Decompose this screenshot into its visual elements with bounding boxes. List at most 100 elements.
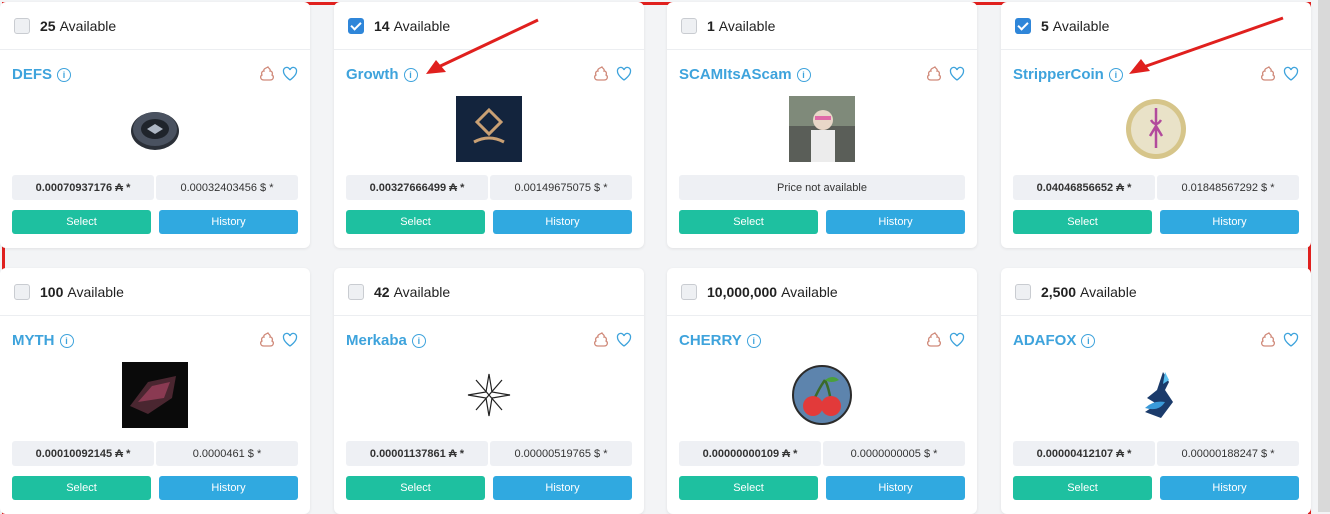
select-button[interactable]: Select bbox=[346, 210, 485, 234]
token-title[interactable]: MYTH i bbox=[12, 332, 74, 349]
select-checkbox[interactable] bbox=[348, 17, 364, 34]
select-checkbox[interactable] bbox=[348, 283, 364, 300]
history-button[interactable]: History bbox=[826, 476, 965, 500]
price-ada: 0.00070937176 ₳ * bbox=[12, 175, 154, 200]
info-icon[interactable]: i bbox=[411, 333, 426, 348]
price-not-available: Price not available bbox=[679, 175, 965, 200]
select-button[interactable]: Select bbox=[346, 476, 485, 500]
info-icon[interactable]: i bbox=[796, 67, 811, 82]
select-checkbox[interactable] bbox=[681, 283, 697, 300]
token-name[interactable]: ADAFOX bbox=[1013, 332, 1076, 349]
token-card: 10,000,000 Available CHERRY i 0.000000001… bbox=[667, 268, 977, 514]
select-button[interactable]: Select bbox=[1013, 476, 1152, 500]
availability-row: 100 Available bbox=[0, 268, 310, 316]
heart-icon[interactable] bbox=[616, 332, 632, 348]
price-usd: 0.0000461 $ * bbox=[156, 441, 298, 466]
token-name[interactable]: Merkaba bbox=[346, 332, 407, 349]
price-ada: 0.00000000109 ₳ * bbox=[679, 441, 821, 466]
poop-icon[interactable] bbox=[260, 332, 276, 348]
price-usd: 0.00000519765 $ * bbox=[490, 441, 632, 466]
token-card: 2,500 Available ADAFOX i 0.00000412107 ₳ … bbox=[1001, 268, 1311, 514]
price-ada: 0.00001137861 ₳ * bbox=[346, 441, 488, 466]
info-icon[interactable]: i bbox=[746, 333, 761, 348]
token-name[interactable]: SCAMItsAScam bbox=[679, 66, 792, 83]
available-count: 100 bbox=[40, 283, 64, 300]
select-button[interactable]: Select bbox=[12, 210, 151, 234]
history-button[interactable]: History bbox=[159, 476, 298, 500]
heart-icon[interactable] bbox=[949, 66, 965, 82]
token-name[interactable]: Growth bbox=[346, 66, 399, 83]
crystal-rock-icon bbox=[122, 362, 188, 428]
price-row: Price not available bbox=[679, 175, 965, 200]
select-button[interactable]: Select bbox=[679, 476, 818, 500]
available-label: Available bbox=[781, 283, 838, 300]
select-checkbox[interactable] bbox=[1015, 17, 1031, 34]
scrollbar[interactable] bbox=[1318, 0, 1330, 512]
heart-icon[interactable] bbox=[282, 332, 298, 348]
gold-coin-icon bbox=[1126, 99, 1186, 159]
select-checkbox[interactable] bbox=[1015, 283, 1031, 300]
available-label: Available bbox=[393, 283, 451, 300]
meme-photo-icon bbox=[789, 96, 855, 162]
select-checkbox[interactable] bbox=[14, 17, 30, 34]
price-ada: 0.00010092145 ₳ * bbox=[12, 441, 154, 466]
heart-icon[interactable] bbox=[282, 66, 298, 82]
history-button[interactable]: History bbox=[159, 210, 298, 234]
token-title[interactable]: StripperCoin i bbox=[1013, 66, 1123, 83]
token-name[interactable]: MYTH bbox=[12, 332, 55, 349]
available-count: 14 bbox=[374, 17, 390, 34]
info-icon[interactable]: i bbox=[59, 333, 74, 348]
availability-row: 2,500 Available bbox=[1001, 268, 1311, 316]
heart-icon[interactable] bbox=[1283, 332, 1299, 348]
heart-icon[interactable] bbox=[616, 66, 632, 82]
history-button[interactable]: History bbox=[826, 210, 965, 234]
availability-row: 25 Available bbox=[0, 2, 310, 50]
history-button[interactable]: History bbox=[493, 210, 632, 234]
token-title[interactable]: DEFS i bbox=[12, 66, 72, 83]
token-title[interactable]: CHERRY i bbox=[679, 332, 761, 349]
select-checkbox[interactable] bbox=[14, 283, 30, 300]
price-row: 0.00010092145 ₳ * 0.0000461 $ * bbox=[12, 441, 298, 466]
token-name[interactable]: CHERRY bbox=[679, 332, 742, 349]
price-ada: 0.04046856652 ₳ * bbox=[1013, 175, 1155, 200]
poop-icon[interactable] bbox=[1261, 332, 1277, 348]
poop-icon[interactable] bbox=[927, 332, 943, 348]
poop-icon[interactable] bbox=[927, 66, 943, 82]
select-button[interactable]: Select bbox=[679, 210, 818, 234]
dark-coin-icon bbox=[131, 112, 179, 150]
price-row: 0.04046856652 ₳ * 0.01848567292 $ * bbox=[1013, 175, 1299, 200]
available-count: 1 bbox=[707, 17, 715, 34]
info-icon[interactable]: i bbox=[403, 67, 418, 82]
select-checkbox[interactable] bbox=[681, 17, 697, 34]
token-card: 100 Available MYTH i 0.00010092145 ₳ * 0.0… bbox=[0, 268, 310, 514]
token-card: 42 Available Merkaba i 0.00001137861 ₳ * 0… bbox=[334, 268, 644, 514]
price-usd: 0.00149675075 $ * bbox=[490, 175, 632, 200]
heart-icon[interactable] bbox=[949, 332, 965, 348]
token-card: 25 Available DEFS i 0.00070937176 ₳ * 0.00… bbox=[0, 2, 310, 248]
info-icon[interactable]: i bbox=[1081, 333, 1096, 348]
poop-icon[interactable] bbox=[260, 66, 276, 82]
select-button[interactable]: Select bbox=[1013, 210, 1152, 234]
select-button[interactable]: Select bbox=[12, 476, 151, 500]
token-title[interactable]: SCAMItsAScam i bbox=[679, 66, 811, 83]
token-name[interactable]: DEFS bbox=[12, 66, 52, 83]
history-button[interactable]: History bbox=[1160, 476, 1299, 500]
growth-logo-icon bbox=[456, 96, 522, 162]
token-title[interactable]: ADAFOX i bbox=[1013, 332, 1096, 349]
info-icon[interactable]: i bbox=[57, 67, 72, 82]
price-row: 0.00001137861 ₳ * 0.00000519765 $ * bbox=[346, 441, 632, 466]
history-button[interactable]: History bbox=[1160, 210, 1299, 234]
token-title[interactable]: Growth i bbox=[346, 66, 418, 83]
price-usd: 0.00000188247 $ * bbox=[1157, 441, 1299, 466]
available-label: Available bbox=[1052, 17, 1110, 34]
info-icon[interactable]: i bbox=[1108, 67, 1123, 82]
token-name[interactable]: StripperCoin bbox=[1013, 66, 1104, 83]
history-button[interactable]: History bbox=[493, 476, 632, 500]
poop-icon[interactable] bbox=[594, 66, 610, 82]
available-count: 2,500 bbox=[1041, 283, 1077, 300]
token-title[interactable]: Merkaba i bbox=[346, 332, 426, 349]
available-label: Available bbox=[67, 283, 124, 300]
price-usd: 0.0000000005 $ * bbox=[823, 441, 965, 466]
annotation-arrow bbox=[1129, 16, 1284, 74]
poop-icon[interactable] bbox=[594, 332, 610, 348]
